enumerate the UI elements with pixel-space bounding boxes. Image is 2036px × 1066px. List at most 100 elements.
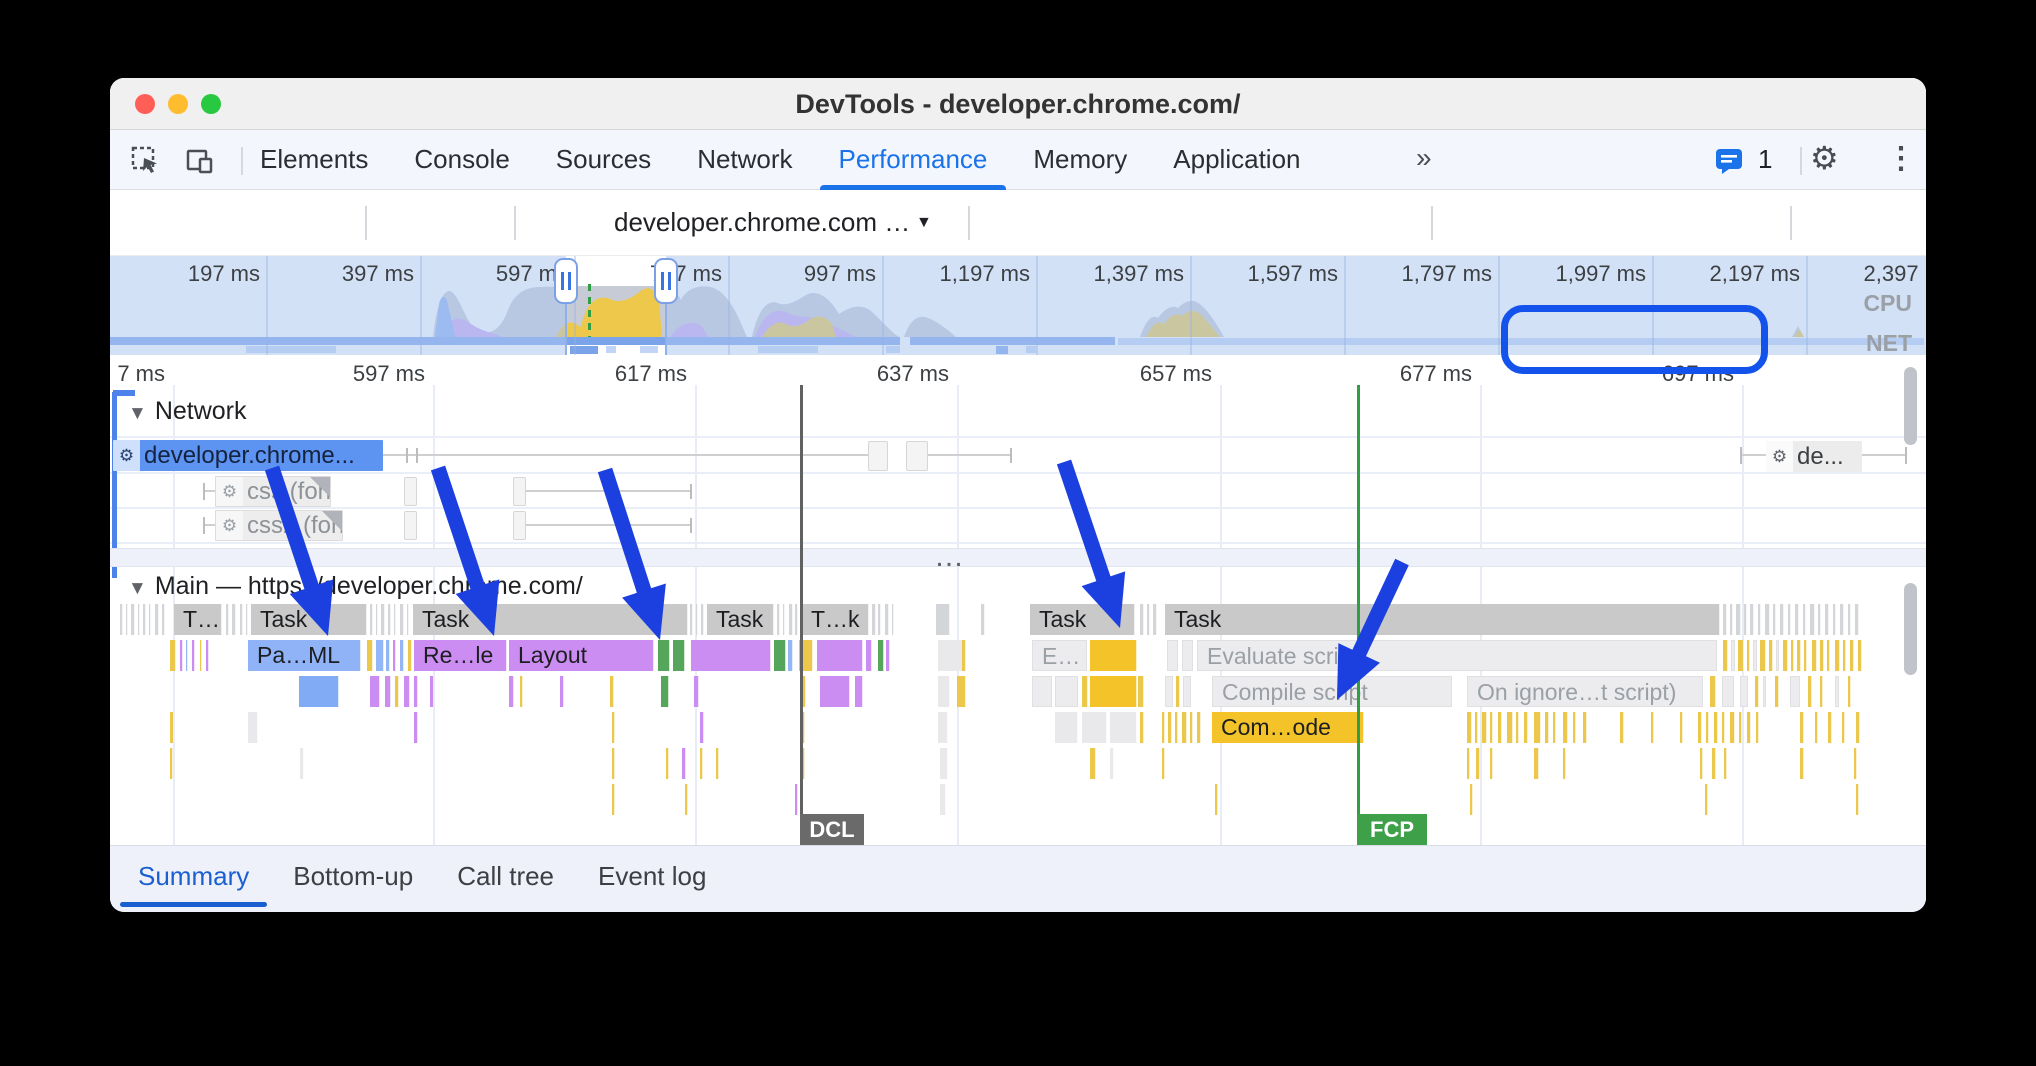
- flame-event-sliver[interactable]: [892, 604, 894, 635]
- flame-event-sliver[interactable]: [1167, 640, 1178, 671]
- flame-event-bar[interactable]: T…: [174, 604, 222, 635]
- tab-elements[interactable]: Elements: [237, 130, 391, 190]
- flame-event-bar[interactable]: Com…ode: [1212, 712, 1364, 743]
- flame-event-sliver[interactable]: [1475, 712, 1478, 743]
- flame-event-bar[interactable]: Compile script: [1212, 676, 1452, 707]
- tab-network[interactable]: Network: [674, 130, 815, 190]
- flame-event-sliver[interactable]: [381, 604, 385, 635]
- flame-event-sliver[interactable]: [1165, 676, 1173, 707]
- flame-event-bar[interactable]: Pa…ML: [248, 640, 361, 671]
- flame-event-sliver[interactable]: [691, 640, 771, 671]
- flame-event-sliver[interactable]: [1140, 712, 1144, 743]
- flame-event-sliver[interactable]: [700, 748, 703, 779]
- flame-event-sliver[interactable]: [1744, 604, 1747, 635]
- flame-event-sliver[interactable]: [370, 604, 373, 635]
- flame-event-sliver[interactable]: [131, 604, 135, 635]
- network-section-header[interactable]: ▼Network: [128, 397, 247, 426]
- flame-event-sliver[interactable]: [1840, 604, 1844, 635]
- flame-event-sliver[interactable]: [817, 640, 863, 671]
- flame-event-sliver[interactable]: [610, 676, 614, 707]
- flame-event-sliver[interactable]: [1182, 640, 1193, 671]
- flame-event-sliver[interactable]: [138, 604, 140, 635]
- flame-event-sliver[interactable]: [685, 784, 688, 815]
- flame-event-sliver[interactable]: [1197, 712, 1201, 743]
- flame-event-sliver[interactable]: [886, 640, 890, 671]
- flame-event-sliver[interactable]: [1776, 640, 1779, 671]
- flame-event-sliver[interactable]: [1090, 640, 1137, 671]
- flame-event-sliver[interactable]: [509, 676, 514, 707]
- flame-event-sliver[interactable]: [700, 712, 704, 743]
- flame-event-sliver[interactable]: [1724, 748, 1727, 779]
- flame-event-sliver[interactable]: [1524, 712, 1528, 743]
- flame-event-sliver[interactable]: [1833, 604, 1836, 635]
- flame-event-sliver[interactable]: [1082, 712, 1107, 743]
- bottom-tab-bottom-up[interactable]: Bottom-up: [271, 846, 435, 912]
- tab-sources[interactable]: Sources: [533, 130, 674, 190]
- flame-event-sliver[interactable]: [878, 604, 881, 635]
- flame-event-sliver[interactable]: [414, 676, 418, 707]
- flame-event-bar[interactable]: Task: [707, 604, 774, 635]
- flame-event-sliver[interactable]: [1843, 640, 1846, 671]
- flame-event-sliver[interactable]: [1553, 712, 1556, 743]
- flame-event-sliver[interactable]: [1783, 640, 1788, 671]
- flame-event-sliver[interactable]: [1848, 604, 1851, 635]
- flame-event-sliver[interactable]: [1705, 784, 1708, 815]
- flame-event-sliver[interactable]: [1790, 676, 1800, 707]
- flame-event-sliver[interactable]: [789, 604, 793, 635]
- flame-event-sliver[interactable]: [1176, 676, 1180, 707]
- flame-event-sliver[interactable]: [1747, 712, 1751, 743]
- flame-event-sliver[interactable]: [938, 640, 963, 671]
- flame-event-sliver[interactable]: [226, 604, 229, 635]
- flame-event-sliver[interactable]: [1583, 712, 1587, 743]
- flame-event-sliver[interactable]: [299, 676, 339, 707]
- flame-event-sliver[interactable]: [367, 640, 373, 671]
- flame-event-sliver[interactable]: [1854, 748, 1857, 779]
- flame-event-sliver[interactable]: [795, 604, 798, 635]
- flame-event-sliver[interactable]: [1706, 712, 1709, 743]
- flame-event-sliver[interactable]: [938, 676, 950, 707]
- flame-event-sliver[interactable]: [1470, 784, 1473, 815]
- flame-event-sliver[interactable]: [795, 784, 798, 815]
- flame-event-sliver[interactable]: [1651, 712, 1654, 743]
- flame-event-sliver[interactable]: [388, 604, 391, 635]
- flame-event-sliver[interactable]: [300, 748, 304, 779]
- flame-event-sliver[interactable]: [1147, 604, 1150, 635]
- close-button[interactable]: [135, 94, 155, 114]
- flame-event-sliver[interactable]: [1780, 604, 1784, 635]
- flame-event-sliver[interactable]: [658, 640, 670, 671]
- flame-event-sliver[interactable]: [1804, 640, 1807, 671]
- flame-event-sliver[interactable]: [1828, 712, 1832, 743]
- tab-memory[interactable]: Memory: [1010, 130, 1150, 190]
- flame-event-sliver[interactable]: [1090, 748, 1096, 779]
- flame-event-bar[interactable]: Layout: [509, 640, 654, 671]
- flame-event-sliver[interactable]: [1858, 640, 1862, 671]
- flame-event-sliver[interactable]: [820, 676, 850, 707]
- flame-event-sliver[interactable]: [1055, 676, 1078, 707]
- dropdown-caret-icon[interactable]: ▼: [916, 214, 932, 232]
- flame-event-sliver[interactable]: [666, 748, 669, 779]
- flame-event-sliver[interactable]: [200, 640, 202, 671]
- flame-event-sliver[interactable]: [1856, 784, 1859, 815]
- flame-event-sliver[interactable]: [400, 604, 404, 635]
- flame-event-sliver[interactable]: [1563, 712, 1568, 743]
- flame-event-sliver[interactable]: [404, 676, 410, 707]
- flame-event-sliver[interactable]: [206, 640, 209, 671]
- flame-event-sliver[interactable]: [1516, 712, 1519, 743]
- flame-event-sliver[interactable]: [1730, 712, 1735, 743]
- flame-event-sliver[interactable]: [1714, 712, 1718, 743]
- flame-event-sliver[interactable]: [232, 604, 236, 635]
- flame-event-sliver[interactable]: [1620, 712, 1624, 743]
- minimize-button[interactable]: [168, 94, 188, 114]
- flame-event-sliver[interactable]: [1835, 676, 1839, 707]
- flame-event-sliver[interactable]: [1140, 604, 1144, 635]
- flame-event-sliver[interactable]: [1698, 712, 1702, 743]
- history-dropdown[interactable]: developer.chrome.com …: [614, 207, 910, 238]
- flame-event-sliver[interactable]: [1055, 712, 1078, 743]
- flame-event-sliver[interactable]: [162, 604, 165, 635]
- flame-event-sliver[interactable]: [774, 640, 786, 671]
- flame-event-sliver[interactable]: [1476, 748, 1480, 779]
- flame-event-sliver[interactable]: [777, 604, 780, 635]
- flame-event-sliver[interactable]: [696, 604, 698, 635]
- flame-event-sliver[interactable]: [1534, 748, 1539, 779]
- flame-event-sliver[interactable]: [414, 712, 418, 743]
